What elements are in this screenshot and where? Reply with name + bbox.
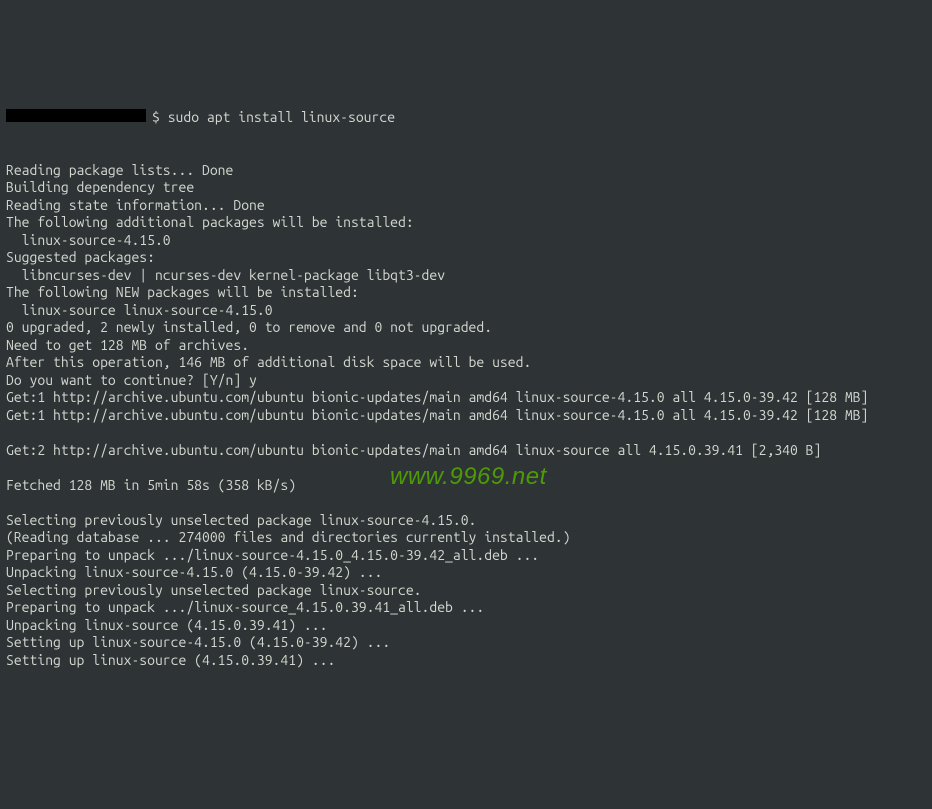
output-line: Reading state information... Done	[6, 197, 926, 215]
output-line: libncurses-dev | ncurses-dev kernel-pack…	[6, 267, 926, 285]
output-line: Setting up linux-source-4.15.0 (4.15.0-3…	[6, 634, 926, 652]
output-line: Preparing to unpack .../linux-source_4.1…	[6, 599, 926, 617]
output-line: Get:2 http://archive.ubuntu.com/ubuntu b…	[6, 442, 926, 460]
output-line: Unpacking linux-source (4.15.0.39.41) ..…	[6, 617, 926, 635]
output-line: (Reading database ... 274000 files and d…	[6, 529, 926, 547]
output-line: Selecting previously unselected package …	[6, 582, 926, 600]
output-line: Do you want to continue? [Y/n] y	[6, 372, 926, 390]
output-line: Suggested packages:	[6, 249, 926, 267]
output-line: After this operation, 146 MB of addition…	[6, 354, 926, 372]
output-line: Fetched 128 MB in 5min 58s (358 kB/s)	[6, 477, 926, 495]
prompt-line: $ sudo apt install linux-source	[6, 109, 926, 127]
output-line: The following additional packages will b…	[6, 214, 926, 232]
output-line	[6, 459, 926, 477]
command-text: sudo apt install linux-source	[168, 109, 395, 127]
output-line: linux-source linux-source-4.15.0	[6, 302, 926, 320]
output-line: The following NEW packages will be insta…	[6, 284, 926, 302]
output-line: Unpacking linux-source-4.15.0 (4.15.0-39…	[6, 564, 926, 582]
output-line: 0 upgraded, 2 newly installed, 0 to remo…	[6, 319, 926, 337]
terminal-output: Reading package lists... DoneBuilding de…	[6, 162, 926, 670]
output-line: Setting up linux-source (4.15.0.39.41) .…	[6, 652, 926, 670]
output-line: Need to get 128 MB of archives.	[6, 337, 926, 355]
output-line: Selecting previously unselected package …	[6, 512, 926, 530]
output-line	[6, 424, 926, 442]
redacted-user-host	[6, 109, 146, 122]
terminal-window[interactable]: $ sudo apt install linux-source Reading …	[6, 74, 926, 687]
output-line: Get:1 http://archive.ubuntu.com/ubuntu b…	[6, 407, 926, 425]
output-line: Preparing to unpack .../linux-source-4.1…	[6, 547, 926, 565]
output-line: Reading package lists... Done	[6, 162, 926, 180]
output-line: linux-source-4.15.0	[6, 232, 926, 250]
output-line: Building dependency tree	[6, 179, 926, 197]
prompt-symbol: $	[152, 109, 168, 127]
output-line	[6, 494, 926, 512]
output-line: Get:1 http://archive.ubuntu.com/ubuntu b…	[6, 389, 926, 407]
